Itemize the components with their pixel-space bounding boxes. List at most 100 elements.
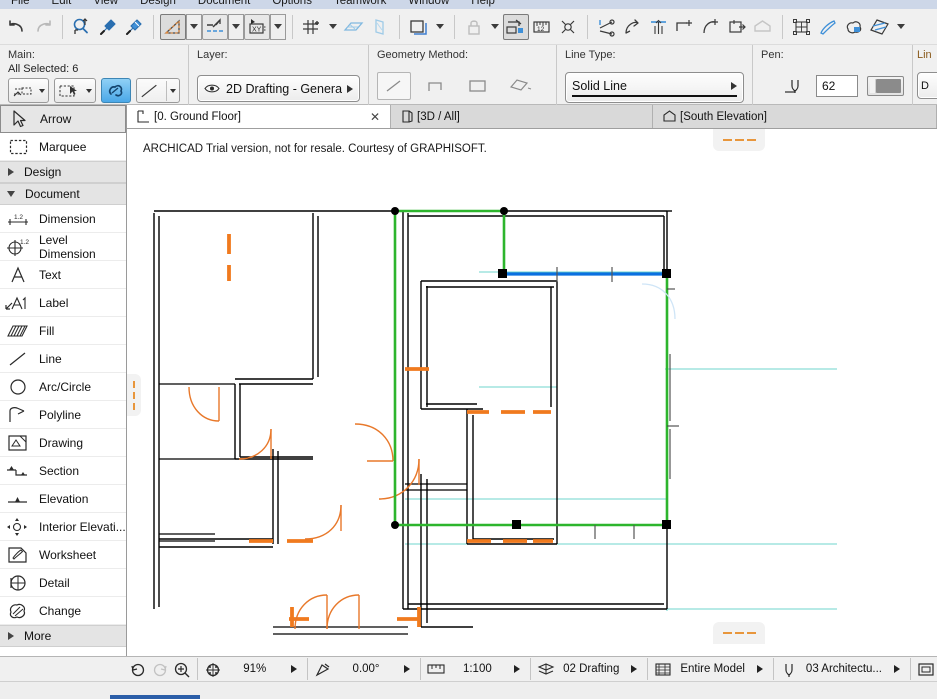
pick-up-parameters-icon[interactable] <box>95 14 121 40</box>
reset-icon[interactable] <box>555 14 581 40</box>
drawing-canvas[interactable]: ARCHICAD Trial version, not for resale. … <box>127 129 937 656</box>
zoom-next-icon[interactable] <box>149 661 171 678</box>
zoom-level-value[interactable]: 91% <box>224 663 285 675</box>
pen-edit-icon[interactable] <box>815 14 841 40</box>
align-dropdown[interactable] <box>228 13 244 40</box>
menu-item-help[interactable]: Help <box>460 0 506 9</box>
tool-change[interactable]: Change <box>0 597 126 625</box>
floorplan-selected-line[interactable] <box>501 267 667 539</box>
magic-wand-dropdown[interactable] <box>186 13 202 40</box>
grid-snap-icon[interactable] <box>299 14 325 40</box>
tool-label[interactable]: Label <box>0 289 126 317</box>
pen-number-field[interactable]: 62 <box>816 75 859 97</box>
renovation-icon[interactable] <box>867 14 893 40</box>
chained-selection-button[interactable] <box>101 78 131 103</box>
pen-color-swatch[interactable] <box>867 76 904 96</box>
tab-3d-all[interactable]: [3D / All] <box>391 105 653 128</box>
offset-icon[interactable] <box>698 14 724 40</box>
tool-section[interactable]: Section <box>0 457 126 485</box>
inject-parameters-icon[interactable] <box>121 14 147 40</box>
linewidth-combo[interactable]: D <box>917 72 937 99</box>
geometry-polyline-button[interactable] <box>419 72 453 100</box>
find-select-icon[interactable] <box>69 14 95 40</box>
edit-selection-set-button[interactable] <box>8 78 49 103</box>
tab-close-icon[interactable]: ✕ <box>348 110 380 124</box>
layer-combination-dropdown-arrow[interactable] <box>631 665 638 673</box>
orientation-dropdown-arrow[interactable] <box>403 665 410 673</box>
intersect-icon[interactable] <box>672 14 698 40</box>
pen-set-value[interactable]: 03 Architectu... <box>800 663 888 675</box>
undo-button[interactable] <box>4 14 30 40</box>
tool-level-dimension[interactable]: 1.2 Level Dimension <box>0 233 126 261</box>
trim-elements-button[interactable] <box>503 13 529 40</box>
marquee-selection-button[interactable] <box>54 78 96 103</box>
tool-arrow[interactable]: Arrow <box>0 105 126 133</box>
vertical-plane-icon[interactable] <box>367 14 393 40</box>
stretch-icon[interactable] <box>724 14 750 40</box>
tool-polyline[interactable]: Polyline <box>0 401 126 429</box>
toolbox-group-more[interactable]: More <box>0 625 126 647</box>
geometry-rectangle-button[interactable] <box>461 72 495 100</box>
floor-plan-drawing[interactable] <box>127 129 937 656</box>
grid-snap-dropdown[interactable] <box>325 14 341 40</box>
tool-marquee[interactable]: Marquee <box>0 133 126 161</box>
layers-dropdown[interactable] <box>432 14 448 40</box>
tool-drawing[interactable]: Drawing <box>0 429 126 457</box>
menu-item-file[interactable]: File <box>0 0 41 9</box>
tab-ground-floor[interactable]: [0. Ground Floor] ✕ <box>127 105 391 128</box>
tool-text[interactable]: Text <box>0 261 126 289</box>
scale-value[interactable]: 1:100 <box>447 663 508 675</box>
fit-in-window-icon[interactable] <box>202 661 224 678</box>
align-button[interactable] <box>202 13 228 40</box>
pen-set-icon[interactable] <box>778 661 800 678</box>
tool-fill[interactable]: Fill <box>0 317 126 345</box>
layer-combination-value[interactable]: 02 Drafting <box>557 663 625 675</box>
partial-structure-icon[interactable] <box>652 661 674 678</box>
menu-item-view[interactable]: View <box>82 0 129 9</box>
layer-combo[interactable]: 2D Drafting - General <box>197 75 360 102</box>
scale-icon[interactable] <box>425 662 447 676</box>
partial-structure-dropdown-arrow[interactable] <box>756 665 763 673</box>
tool-detail[interactable]: Detail <box>0 569 126 597</box>
orientation-angle-value[interactable]: 0.00° <box>334 663 397 675</box>
lock-icon[interactable] <box>461 14 487 40</box>
tool-elevation[interactable]: Elevation <box>0 485 126 513</box>
tool-dimension[interactable]: 1.2 Dimension <box>0 205 126 233</box>
morph-icon[interactable] <box>841 14 867 40</box>
scale-dropdown-arrow[interactable] <box>514 665 521 673</box>
group-icon[interactable] <box>789 14 815 40</box>
orientation-icon[interactable] <box>312 661 334 678</box>
layers-button[interactable] <box>406 14 432 40</box>
lock-dropdown[interactable] <box>487 14 503 40</box>
partial-structure-value[interactable]: Entire Model <box>674 663 751 675</box>
zoom-in-icon[interactable] <box>171 661 193 678</box>
measure-icon[interactable]: 12 <box>529 14 555 40</box>
tool-interior-elevation[interactable]: Interior Elevati... <box>0 513 126 541</box>
menu-item-edit[interactable]: Edit <box>41 0 83 9</box>
tab-south-elevation[interactable]: [South Elevation] <box>653 105 937 128</box>
menu-item-document[interactable]: Document <box>187 0 261 9</box>
roof-icon[interactable] <box>750 14 776 40</box>
menu-item-window[interactable]: Window <box>397 0 460 9</box>
tool-line[interactable]: Line <box>0 345 126 373</box>
3d-plane-icon[interactable] <box>341 14 367 40</box>
layer-combination-icon[interactable] <box>535 661 557 678</box>
tool-worksheet[interactable]: Worksheet <box>0 541 126 569</box>
menu-item-teamwork[interactable]: Teamwork <box>323 0 397 9</box>
zoom-previous-icon[interactable] <box>127 661 149 678</box>
coordinate-input-button[interactable]: XY <box>244 13 270 40</box>
redo-button[interactable] <box>30 14 56 40</box>
geometry-single-line-button[interactable] <box>377 72 411 100</box>
renovation-dropdown[interactable] <box>893 14 909 40</box>
magic-wand-button[interactable] <box>160 13 186 40</box>
toolbox-group-document[interactable]: Document <box>0 183 126 205</box>
tool-arc-circle[interactable]: Arc/Circle <box>0 373 126 401</box>
toolbox-group-design[interactable]: Design <box>0 161 126 183</box>
linetype-combo[interactable]: Solid Line <box>565 72 744 103</box>
split-icon[interactable] <box>594 14 620 40</box>
pen-set-dropdown-arrow[interactable] <box>894 665 900 673</box>
drag-icon[interactable] <box>620 14 646 40</box>
adjust-icon[interactable] <box>646 14 672 40</box>
menu-item-options[interactable]: Options <box>261 0 323 9</box>
model-view-icon[interactable] <box>915 662 937 677</box>
